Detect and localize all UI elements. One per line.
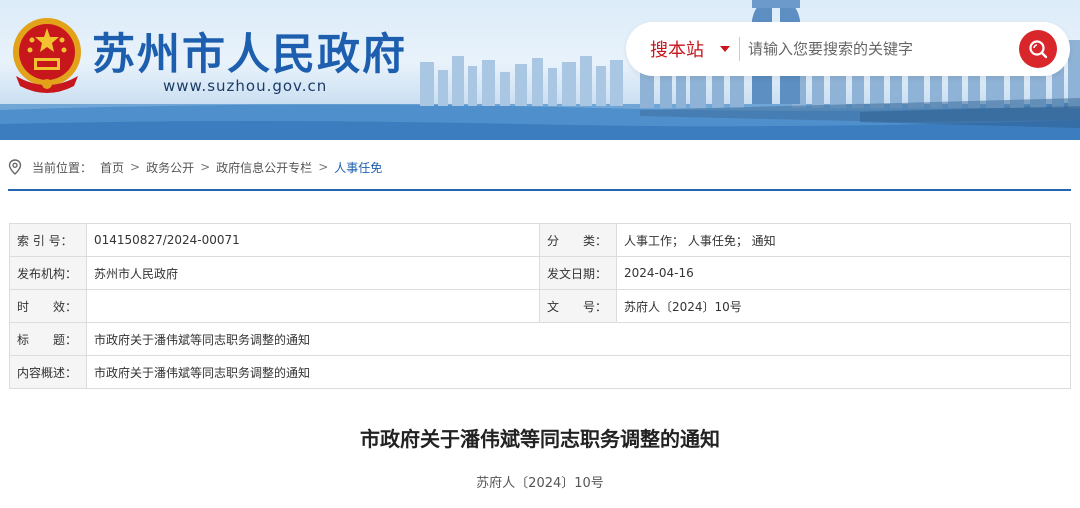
breadcrumb-label: 当前位置：: [32, 160, 93, 175]
national-emblem-icon: [13, 18, 81, 93]
breadcrumb-separator: >: [318, 160, 329, 174]
category-label: 分 类：: [539, 223, 617, 257]
summary-label: 内容概述：: [9, 355, 87, 389]
breadcrumb: 当前位置： 首页 > 政务公开 > 政府信息公开专栏 > 人事任免: [8, 156, 382, 178]
breadcrumb-current-personnel[interactable]: 人事任免: [334, 159, 382, 176]
site-url: www.suzhou.gov.cn: [163, 77, 328, 95]
breadcrumb-separator: >: [130, 160, 141, 174]
search-box: 搜本站: [626, 22, 1070, 76]
breadcrumb-info-disclosure-link[interactable]: 政府信息公开专栏: [216, 159, 312, 176]
document-metadata-table: 索 引 号： 014150827/2024-00071 分 类： 人事工作； 人…: [9, 223, 1071, 389]
category-value: 人事工作； 人事任免； 通知: [616, 223, 1071, 257]
table-row: 时 效： 文 号： 苏府人〔2024〕10号: [9, 289, 1071, 323]
table-row: 发布机构： 苏州市人民政府 发文日期： 2024-04-16: [9, 256, 1071, 290]
index-number-value: 014150827/2024-00071: [86, 223, 540, 257]
chevron-down-icon[interactable]: [720, 46, 730, 52]
search-button[interactable]: [1019, 30, 1057, 68]
table-row: 索 引 号： 014150827/2024-00071 分 类： 人事工作； 人…: [9, 223, 1071, 257]
search-scope-dropdown[interactable]: 搜本站: [650, 36, 704, 62]
breadcrumb-divider: [8, 189, 1071, 191]
site-banner: 苏州市人民政府 www.suzhou.gov.cn 搜本站: [0, 0, 1080, 140]
document-number-label: 文 号：: [539, 289, 617, 323]
publisher-value: 苏州市人民政府: [86, 256, 540, 290]
breadcrumb-separator: >: [200, 160, 211, 174]
issue-date-value: 2024-04-16: [616, 256, 1071, 290]
validity-value: [86, 289, 540, 323]
title-value: 市政府关于潘伟斌等同志职务调整的通知: [86, 322, 1071, 356]
location-pin-icon: [8, 159, 22, 175]
breadcrumb-home-link[interactable]: 首页: [100, 159, 124, 176]
title-label: 标 题：: [9, 322, 87, 356]
document-number-value: 苏府人〔2024〕10号: [616, 289, 1071, 323]
index-number-label: 索 引 号：: [9, 223, 87, 257]
document-title: 市政府关于潘伟斌等同志职务调整的通知: [360, 427, 720, 451]
search-input[interactable]: [748, 35, 998, 63]
summary-value: 市政府关于潘伟斌等同志职务调整的通知: [86, 355, 1071, 389]
table-row: 标 题： 市政府关于潘伟斌等同志职务调整的通知: [9, 322, 1071, 356]
validity-label: 时 效：: [9, 289, 87, 323]
breadcrumb-government-affairs-link[interactable]: 政务公开: [146, 159, 194, 176]
issue-date-label: 发文日期：: [539, 256, 617, 290]
table-row: 内容概述： 市政府关于潘伟斌等同志职务调整的通知: [9, 355, 1071, 389]
site-title[interactable]: 苏州市人民政府: [92, 20, 407, 82]
search-icon: [1029, 40, 1048, 59]
document-number: 苏府人〔2024〕10号: [476, 476, 604, 491]
publisher-label: 发布机构：: [9, 256, 87, 290]
search-divider: [739, 37, 740, 61]
